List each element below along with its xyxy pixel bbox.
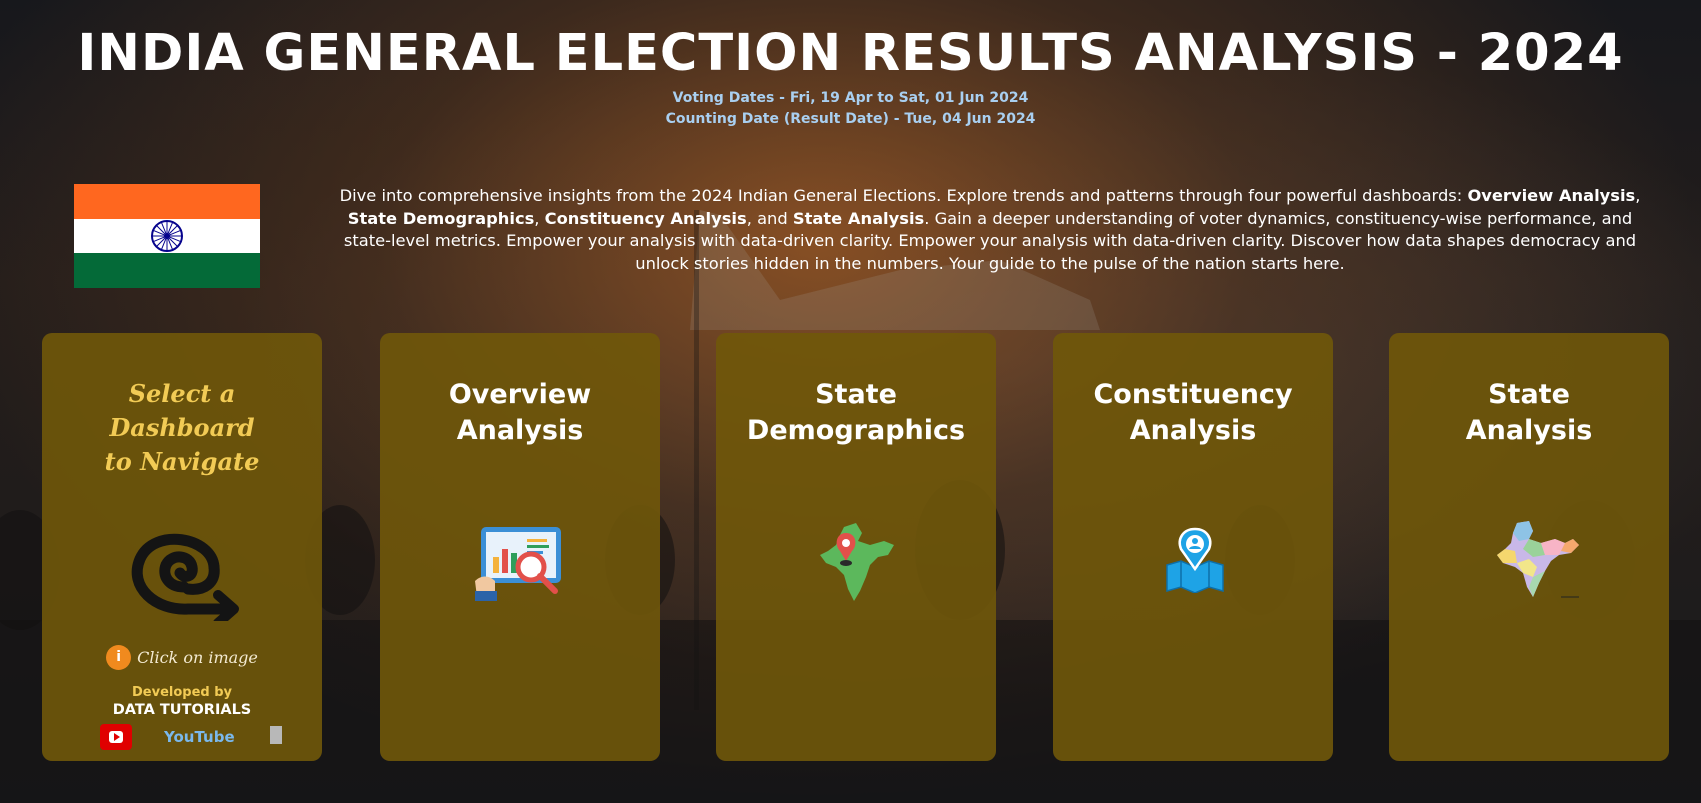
- developed-by-label: Developed by: [131, 685, 233, 700]
- developer-name: DATA TUTORIALS: [112, 702, 252, 718]
- voting-dates: Voting Dates - Fri, 19 Apr to Sat, 01 Ju…: [672, 90, 1029, 106]
- constituency-analysis-title: Constituency Analysis: [1093, 379, 1293, 446]
- overview-analysis-title: Overview Analysis: [448, 379, 592, 446]
- counting-date: Counting Date (Result Date) - Tue, 04 Ju…: [665, 111, 1036, 127]
- state-analysis-card[interactable]: State Analysis: [1389, 333, 1669, 761]
- intro-description: Dive into comprehensive insights from th…: [339, 186, 1641, 273]
- scroll-marker: [270, 726, 282, 744]
- youtube-icon[interactable]: [100, 724, 132, 750]
- state-demographics-card[interactable]: State Demographics: [716, 333, 996, 761]
- navigation-card: Select a Dashboard to Navigate i Click o…: [42, 333, 322, 761]
- state-analysis-title: State Analysis: [1465, 379, 1593, 446]
- page-title: INDIA GENERAL ELECTION RESULTS ANALYSIS …: [77, 24, 1624, 83]
- constituency-analysis-card[interactable]: Constituency Analysis: [1053, 333, 1333, 761]
- info-icon: i: [106, 645, 132, 670]
- india-flag-icon: [74, 184, 260, 289]
- state-demographics-title: State Demographics: [746, 379, 966, 446]
- spiral-arrow-icon: [131, 533, 239, 621]
- overview-analysis-card[interactable]: Overview Analysis: [380, 333, 660, 761]
- india-map-pin-icon[interactable]: [814, 519, 900, 605]
- ashoka-chakra-icon: [151, 219, 183, 252]
- analytics-report-icon[interactable]: [475, 525, 567, 601]
- youtube-link[interactable]: YouTube: [164, 728, 235, 746]
- navigation-title: Select a Dashboard to Navigate: [104, 379, 260, 476]
- location-map-icon[interactable]: [1163, 527, 1227, 593]
- india-states-map-icon[interactable]: [1489, 519, 1585, 605]
- click-hint: i Click on image: [42, 645, 322, 670]
